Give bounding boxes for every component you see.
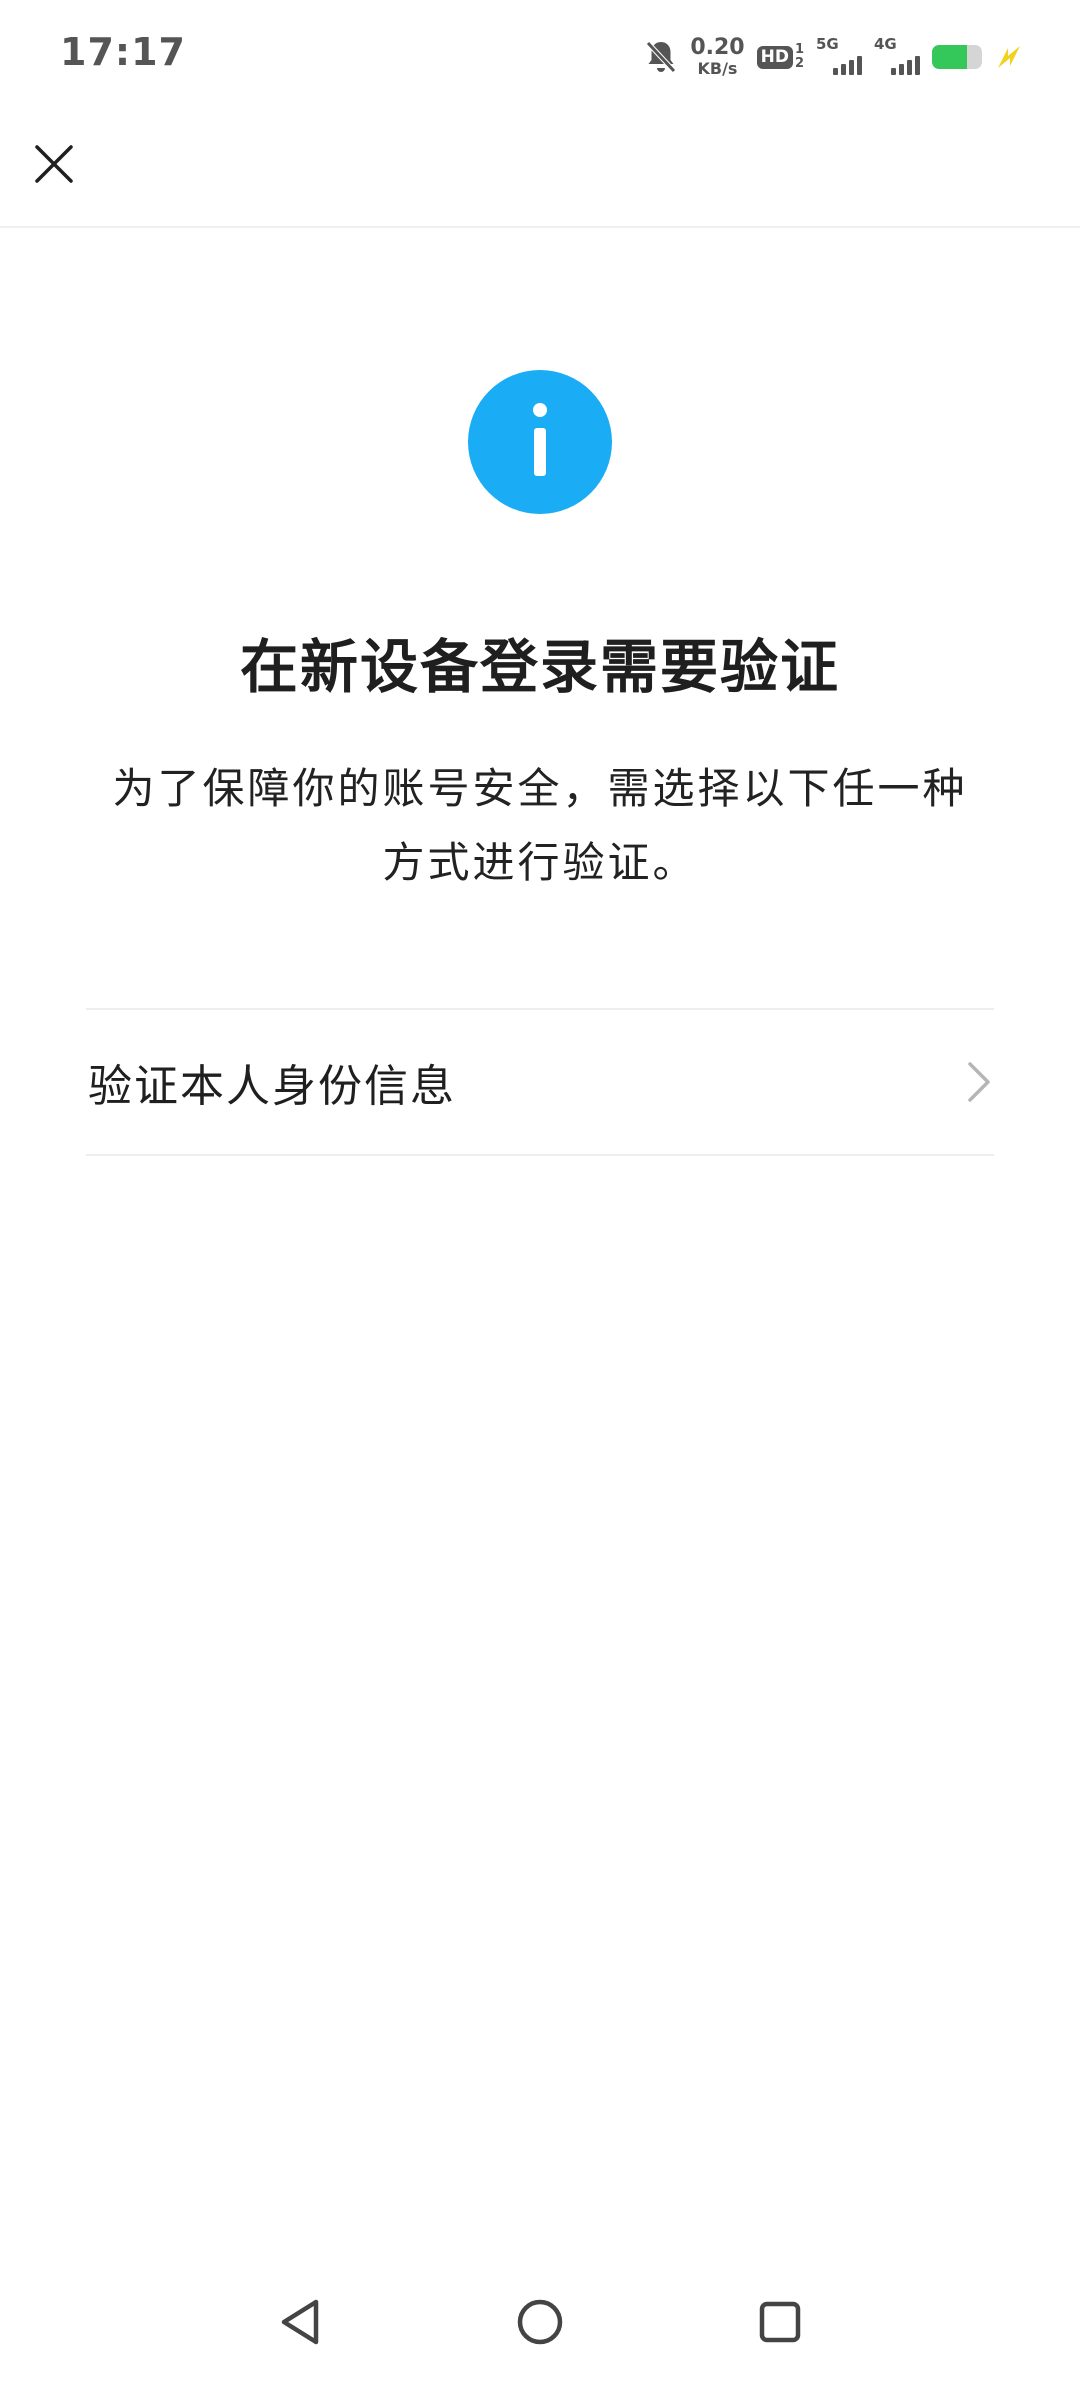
close-button[interactable]	[24, 134, 84, 194]
status-icons: 0.20 KB/s HD 1 2 5G 4G	[632, 34, 1024, 80]
signal-5g-bars	[830, 56, 862, 75]
net-speed-value: 0.20	[690, 35, 745, 60]
option-label: 验证本人身份信息	[88, 1061, 456, 1112]
hd-icon: HD 1 2	[756, 43, 804, 70]
info-icon	[468, 370, 612, 514]
bell-muted-icon	[646, 41, 677, 73]
close-icon	[35, 145, 73, 183]
status-time: 17:17	[60, 30, 186, 74]
system-nav-bar	[0, 2258, 1080, 2388]
description-line-1: 为了保障你的账号安全，需选择以下任一种	[112, 764, 968, 813]
screen: 17:17 0.20 KB/s HD 1 2 5G 4G 在新设备登录需要验证 …	[0, 0, 1080, 2388]
hd-sim-top: 1	[794, 42, 804, 58]
recent-square-icon	[759, 2301, 801, 2343]
back-triangle-icon	[281, 2299, 319, 2345]
hd-label: HD	[756, 45, 793, 69]
top-nav	[0, 112, 1080, 228]
description-line-2: 方式进行验证。	[382, 838, 698, 887]
signal-4g-bars	[888, 56, 920, 75]
net-speed: 0.20 KB/s	[690, 37, 744, 77]
page-title: 在新设备登录需要验证	[239, 633, 840, 701]
net-speed-unit: KB/s	[697, 59, 738, 78]
signal-5g-label: 5G	[816, 35, 839, 53]
description: 为了保障你的账号安全，需选择以下任一种 方式进行验证。	[90, 752, 990, 900]
charging-icon	[998, 46, 1020, 68]
status-bar: 17:17 0.20 KB/s HD 1 2 5G 4G	[0, 0, 1080, 112]
home-circle-icon	[517, 2299, 563, 2345]
hd-sim-bottom: 2	[794, 56, 804, 71]
battery-fill	[932, 45, 967, 69]
chevron-right-icon	[968, 1062, 990, 1102]
signal-icon-4g: 4G	[874, 37, 920, 77]
signal-icon-5g: 5G	[816, 37, 862, 77]
battery-icon	[932, 45, 982, 69]
home-button[interactable]	[500, 2282, 580, 2362]
hd-sim-numbers: 1 2	[795, 43, 804, 70]
back-button[interactable]	[260, 2282, 340, 2362]
signal-4g-label: 4G	[874, 35, 897, 53]
option-verify-identity[interactable]: 验证本人身份信息	[86, 1008, 994, 1156]
recent-apps-button[interactable]	[740, 2282, 820, 2362]
